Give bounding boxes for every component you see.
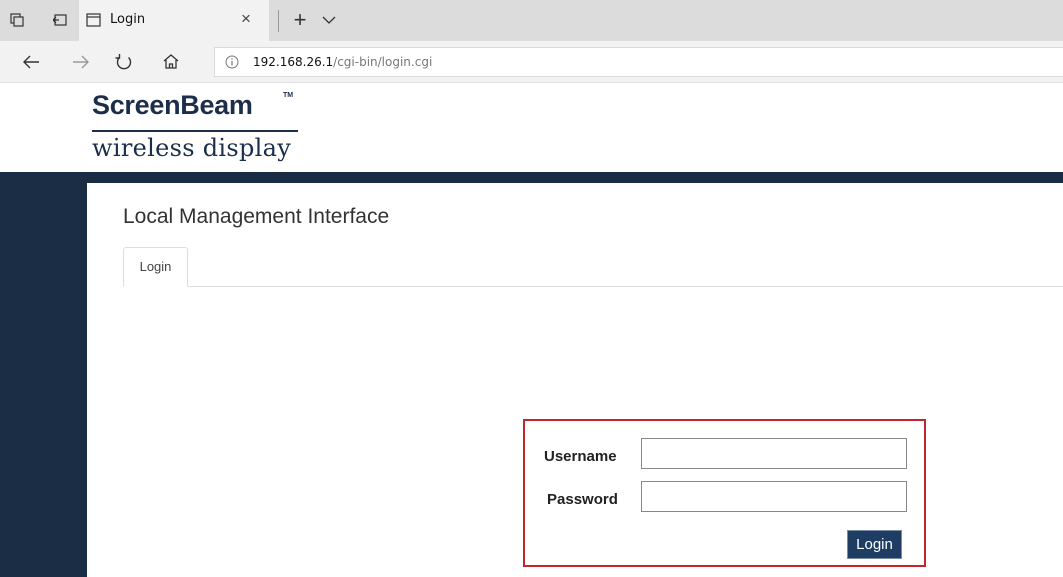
tab-preview-icon[interactable]	[10, 13, 24, 27]
header-band	[0, 172, 1063, 183]
tab-strip-border	[123, 286, 1063, 287]
tab-login[interactable]: Login	[123, 247, 188, 287]
site-header: ScreenBeam TM wireless display	[0, 84, 1063, 172]
close-tab-icon[interactable]: ×	[236, 8, 256, 30]
page-title: Local Management Interface	[123, 205, 390, 228]
username-label: Username	[544, 448, 617, 465]
page-favicon-icon	[86, 13, 101, 27]
main-content: Local Management Interface Login Usernam…	[87, 183, 1063, 577]
tab-divider	[278, 10, 279, 32]
url-path: /cgi-bin/login.cgi	[333, 55, 433, 69]
logo-tagline: wireless display	[92, 134, 292, 162]
screenbeam-logo: ScreenBeam TM wireless display	[92, 90, 302, 168]
logo-divider	[92, 130, 298, 132]
url-text[interactable]: 192.168.26.1/cgi-bin/login.cgi	[253, 55, 432, 69]
browser-tab-bar: Login × +	[0, 0, 1063, 41]
home-icon[interactable]	[158, 49, 184, 75]
back-arrow-icon[interactable]	[19, 49, 45, 75]
logo-trademark: TM	[283, 92, 294, 99]
url-host: 192.168.26.1	[253, 55, 334, 69]
password-label: Password	[547, 491, 618, 508]
login-form: Username Password Login	[523, 419, 926, 567]
info-icon[interactable]	[225, 55, 239, 69]
chevron-down-icon[interactable]	[319, 9, 339, 31]
tab-title: Login	[110, 12, 146, 27]
logo-brand-name: ScreenBeam	[92, 90, 253, 120]
refresh-icon[interactable]	[111, 49, 137, 75]
password-input[interactable]	[641, 481, 907, 512]
left-side-panel	[0, 172, 87, 577]
forward-arrow-icon[interactable]	[67, 49, 93, 75]
address-bar[interactable]: 192.168.26.1/cgi-bin/login.cgi	[214, 47, 1063, 77]
browser-toolbar: 192.168.26.1/cgi-bin/login.cgi	[0, 41, 1063, 83]
new-tab-button[interactable]: +	[288, 6, 312, 34]
username-input[interactable]	[641, 438, 907, 469]
set-tabs-aside-icon[interactable]	[53, 13, 67, 27]
login-button[interactable]: Login	[847, 530, 902, 559]
